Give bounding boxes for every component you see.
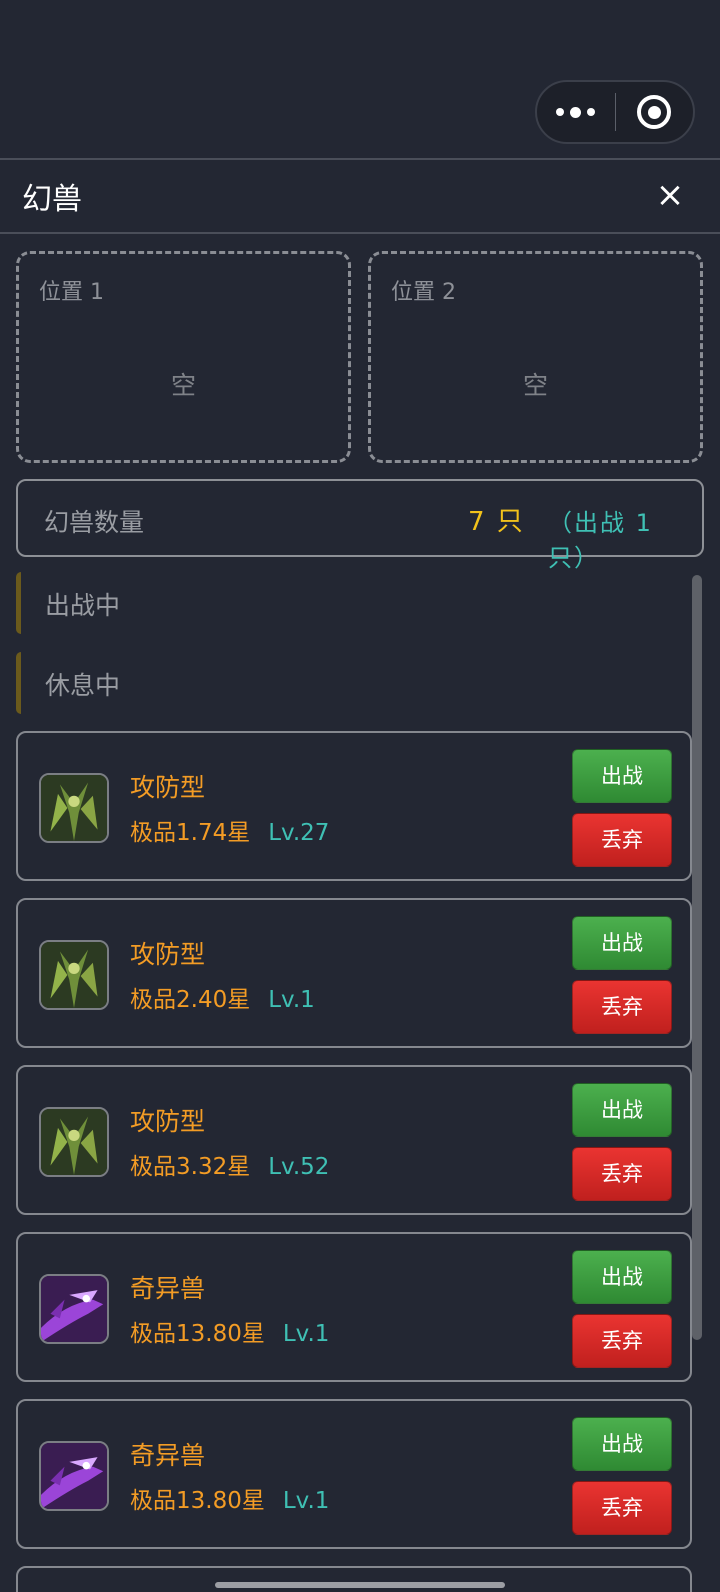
deploy-button[interactable]: 出战 [572, 1417, 672, 1471]
beast-meta: 极品13.80星 Lv.1 [130, 1314, 329, 1348]
home-indicator[interactable] [215, 1582, 505, 1588]
beast-type: 攻防型 [130, 773, 206, 802]
beast-page: 幻兽 × 位置 1 空 位置 2 空 幻兽数量 7 只 （出战 1 只） 出战中… [0, 0, 720, 1592]
deployed-count: （出战 1 只） [548, 509, 653, 572]
beast-quality: 极品13.80星 [130, 1488, 265, 1514]
section-label: 出战中 [45, 591, 121, 620]
more-button[interactable] [537, 82, 615, 142]
beast-level: Lv.1 [268, 987, 315, 1013]
slot-2[interactable]: 位置 2 空 [368, 251, 703, 463]
count-value: 7 只 [468, 507, 525, 537]
beast-card: 攻防型 极品1.74星 Lv.27 出战 丢弃 [16, 731, 692, 881]
beast-card: 奇异兽 极品13.80星 Lv.1 出战 丢弃 [16, 1232, 692, 1382]
deploy-button[interactable]: 出战 [572, 916, 672, 970]
beast-quality: 极品2.40星 [130, 987, 251, 1013]
scrollbar[interactable] [692, 575, 702, 1340]
target-circle-icon [637, 95, 672, 129]
beast-type: 攻防型 [130, 1107, 206, 1136]
miniprogram-capsule [535, 80, 695, 144]
purple-beast-icon [39, 1274, 109, 1344]
beast-quality: 极品13.80星 [130, 1321, 265, 1347]
plant-beast-icon [39, 1107, 109, 1177]
deploy-button[interactable]: 出战 [572, 749, 672, 803]
discard-button[interactable]: 丢弃 [572, 813, 672, 867]
slot-status: 空 [522, 371, 548, 400]
slot-label: 位置 1 [39, 280, 104, 305]
beast-type: 攻防型 [130, 940, 206, 969]
beast-meta: 极品3.32星 Lv.52 [130, 1147, 329, 1181]
beast-card: 攻防型 极品2.40星 Lv.1 出战 丢弃 [16, 898, 692, 1048]
section-label: 休息中 [45, 671, 121, 700]
discard-button[interactable]: 丢弃 [572, 1147, 672, 1201]
beast-level: Lv.27 [268, 820, 330, 846]
beast-level: Lv.1 [282, 1488, 330, 1514]
beast-meta: 极品2.40星 Lv.1 [130, 980, 315, 1014]
beast-card: 奇异兽 极品13.80星 Lv.1 出战 丢弃 [16, 1399, 692, 1549]
beast-card-partial [16, 1566, 692, 1592]
beast-count-summary: 幻兽数量 7 只 （出战 1 只） [16, 479, 704, 572]
exit-button[interactable] [616, 82, 694, 142]
title-bar: 幻兽 × [0, 158, 720, 234]
deploy-button[interactable]: 出战 [572, 1250, 672, 1304]
beast-type: 奇异兽 [130, 1274, 206, 1303]
discard-button[interactable]: 丢弃 [572, 980, 672, 1034]
beast-level: Lv.1 [282, 1321, 330, 1347]
section-resting[interactable]: 休息中 [16, 652, 676, 714]
close-icon[interactable]: × [650, 173, 690, 217]
slot-1[interactable]: 位置 1 空 [16, 251, 351, 463]
count-label: 幻兽数量 [44, 508, 145, 537]
section-active[interactable]: 出战中 [16, 572, 676, 634]
beast-meta: 极品13.80星 Lv.1 [130, 1481, 329, 1515]
beast-level: Lv.52 [268, 1154, 330, 1180]
purple-beast-icon [39, 1441, 109, 1511]
discard-button[interactable]: 丢弃 [572, 1314, 672, 1368]
beast-quality: 极品1.74星 [130, 820, 251, 846]
slot-status: 空 [170, 371, 196, 400]
plant-beast-icon [39, 940, 109, 1010]
beast-type: 奇异兽 [130, 1441, 206, 1470]
plant-beast-icon [39, 773, 109, 843]
beast-quality: 极品3.32星 [130, 1154, 251, 1180]
beast-meta: 极品1.74星 Lv.27 [130, 813, 329, 847]
discard-button[interactable]: 丢弃 [572, 1481, 672, 1535]
more-dots-icon [556, 106, 596, 118]
deploy-button[interactable]: 出战 [572, 1083, 672, 1137]
beast-card: 攻防型 极品3.32星 Lv.52 出战 丢弃 [16, 1065, 692, 1215]
page-title: 幻兽 [22, 182, 82, 217]
slot-label: 位置 2 [391, 280, 456, 305]
